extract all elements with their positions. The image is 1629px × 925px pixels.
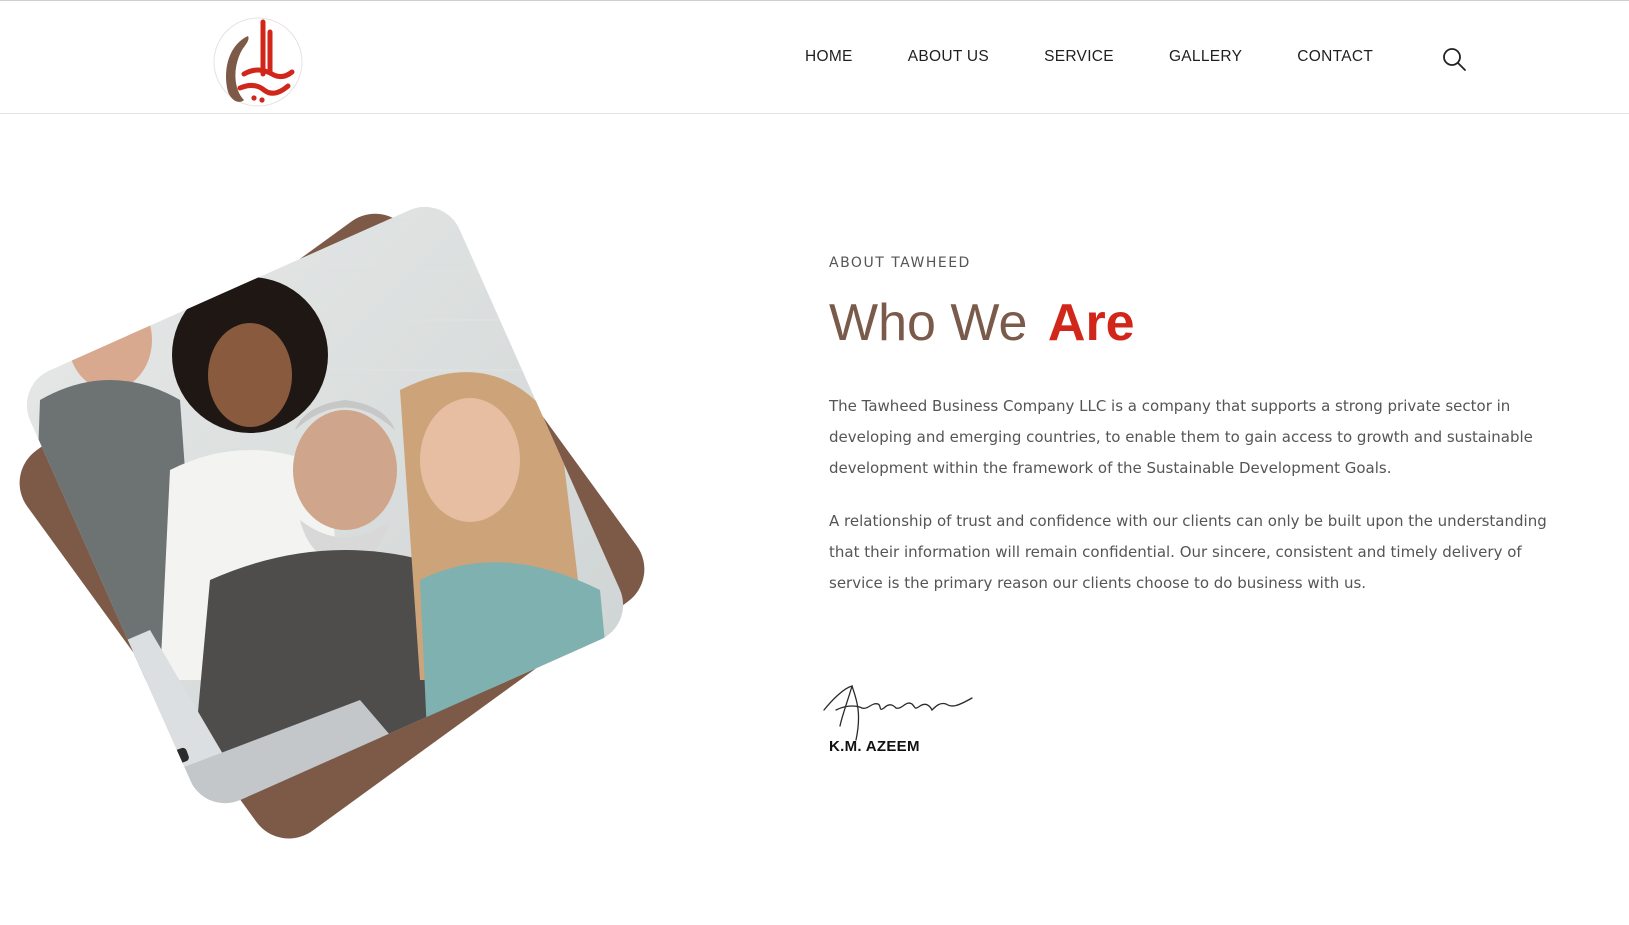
site-header: HOME ABOUT US SERVICE GALLERY CONTACT [0, 4, 1629, 114]
team-photo-frame [14, 194, 645, 839]
about-kicker: ABOUT TAWHEED [829, 255, 971, 271]
tawheed-logo-icon[interactable] [208, 12, 308, 112]
main-navigation: HOME ABOUT US SERVICE GALLERY CONTACT [805, 48, 1428, 66]
signature-name: K.M. AZEEM [829, 738, 920, 755]
nav-contact[interactable]: CONTACT [1297, 48, 1373, 66]
nav-gallery[interactable]: GALLERY [1169, 48, 1242, 66]
title-light-text: Who We [829, 294, 1028, 352]
about-section: ABOUT TAWHEED Who We Are The Tawheed Bus… [829, 255, 1549, 599]
nav-home[interactable]: HOME [805, 48, 853, 66]
title-accent-text: Are [1047, 294, 1135, 352]
about-paragraph-1: The Tawheed Business Company LLC is a co… [829, 397, 1533, 477]
about-title: Who We Are [829, 293, 1549, 353]
about-paragraph-2: A relationship of trust and confidence w… [829, 512, 1547, 592]
search-icon[interactable] [1441, 46, 1467, 72]
nav-about-us[interactable]: ABOUT US [908, 48, 989, 66]
nav-service[interactable]: SERVICE [1044, 48, 1114, 66]
